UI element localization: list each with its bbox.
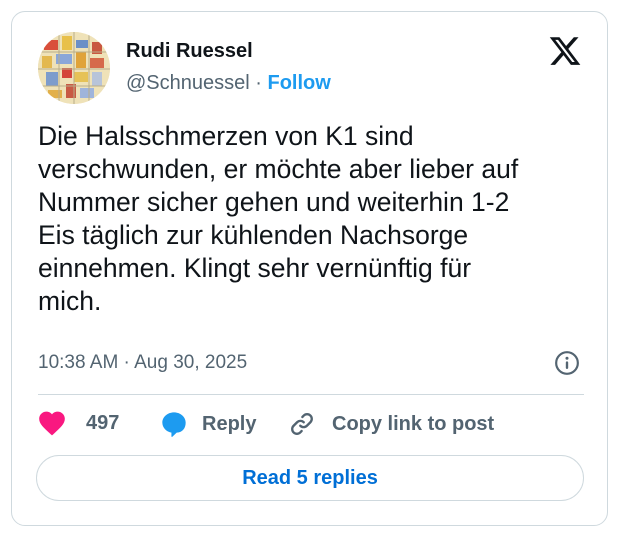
x-logo-icon[interactable] [548,34,582,68]
author-handle-row: @Schnuessel · Follow [126,72,331,95]
author-handle[interactable]: @Schnuessel [126,72,250,94]
avatar-image [38,32,110,104]
handle-separator: · [255,72,262,94]
follow-button[interactable]: Follow [268,72,331,94]
tweet-timestamp[interactable]: 10:38 AM · Aug 30, 2025 [38,352,247,374]
read-replies-button[interactable]: Read 5 replies [36,455,584,501]
copy-link-button[interactable]: Copy link to post [288,410,494,438]
link-icon [288,410,316,438]
read-replies-label: Read 5 replies [242,466,378,489]
copy-link-label: Copy link to post [332,412,495,435]
divider [38,394,584,395]
tweet-card: Rudi Ruessel @Schnuessel · Follow Die Ha… [11,11,608,526]
reply-bubble-icon [160,410,188,438]
reply-label: Reply [202,412,257,435]
likes-count: 497 [86,411,120,434]
author-name[interactable]: Rudi Ruessel [126,40,253,63]
tweet-text: Die Halsschmerzen von K1 sind verschwund… [38,121,519,316]
reply-button[interactable]: Reply [160,410,256,438]
avatar[interactable] [38,32,110,104]
heart-icon [38,410,66,436]
info-icon[interactable] [554,350,580,376]
like-button[interactable]: 497 [38,410,119,436]
